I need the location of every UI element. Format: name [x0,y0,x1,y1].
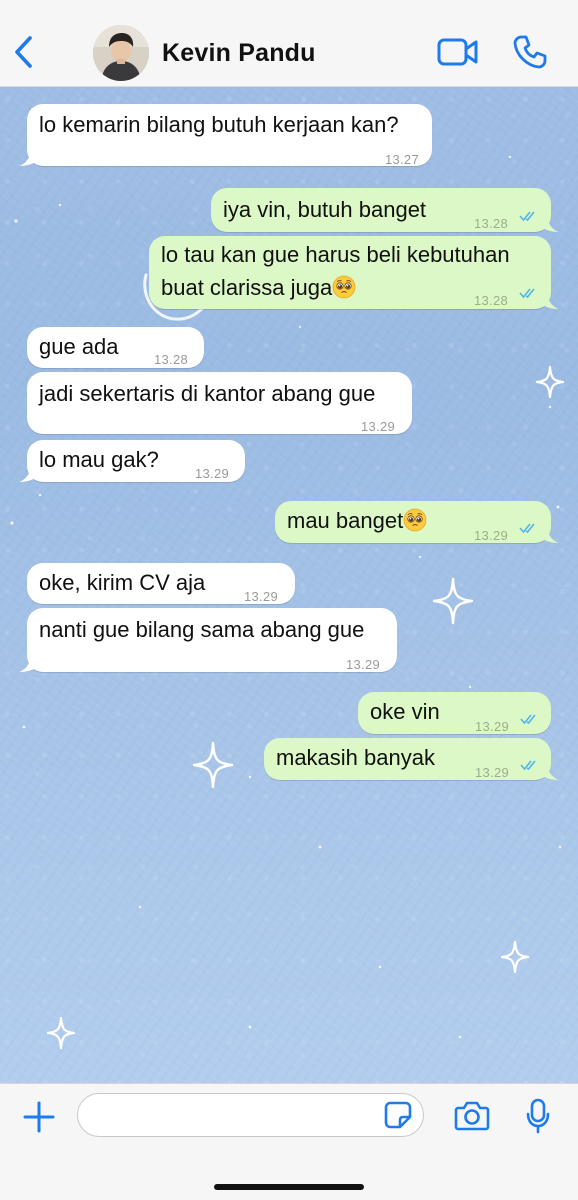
avatar[interactable] [93,25,149,81]
incoming-message[interactable]: jadi sekertaris di kantor abang gue 13.2… [27,372,412,434]
message-text: lo mau gak? [39,447,159,472]
sticker-icon [384,1101,412,1129]
contact-name[interactable]: Kevin Pandu [162,39,316,68]
message-text: iya vin, butuh banget [223,197,427,222]
incoming-message[interactable]: lo kemarin bilang butuh kerjaan kan? 13.… [19,104,432,167]
message-time: 13.29 [474,528,509,543]
pleading-face-emoji [332,275,356,299]
video-camera-icon [437,38,478,66]
double-check-icon [520,714,536,725]
message-text: oke, kirim CV aja [39,570,206,595]
double-check-icon [520,760,536,771]
message-text: gue ada [39,334,119,359]
voice-call-button[interactable] [512,34,548,70]
chat-header: Kevin Pandu [0,0,578,87]
home-indicator [214,1184,364,1190]
message-text-line-1: lo tau kan gue harus beli kebutuhan [161,242,510,267]
attach-button[interactable] [22,1100,56,1134]
chat-area[interactable]: lo kemarin bilang butuh kerjaan kan? 13.… [0,87,578,1083]
message-text: lo kemarin bilang butuh kerjaan kan? [39,112,399,137]
message-text: buat clarissa juga [161,275,333,300]
plus-icon [23,1101,55,1133]
incoming-message[interactable]: gue ada 13.28 [27,327,204,368]
message-input[interactable] [77,1093,424,1137]
double-check-icon [519,288,535,299]
incoming-message[interactable]: oke, kirim CV aja 13.29 [27,563,295,604]
outgoing-message[interactable]: mau banget 13.29 [275,501,559,543]
video-call-button[interactable] [437,35,479,69]
message-text: jadi sekertaris di kantor abang gue [39,381,376,406]
message-time: 13.29 [346,657,381,672]
message-text: makasih banyak [276,745,435,770]
bubble-tail [19,464,39,482]
message-text: oke vin [370,699,440,724]
camera-button[interactable] [454,1100,490,1132]
bubble-tail [19,148,39,166]
bubble-tail [539,291,559,309]
incoming-message[interactable]: nanti gue bilang sama abang gue 13.29 [19,608,397,672]
double-check-icon [519,523,535,534]
camera-icon [454,1101,490,1131]
bubble-tail [539,214,559,232]
outgoing-message[interactable]: iya vin, butuh banget 13.28 [211,188,559,232]
message-time: 13.29 [475,765,510,780]
outgoing-message[interactable]: makasih banyak 13.29 [264,738,559,780]
message-time: 13.29 [195,466,230,481]
chevron-left-icon [15,36,32,68]
message-time: 13.29 [361,419,396,434]
outgoing-message[interactable]: oke vin 13.29 [358,692,551,734]
message-text: nanti gue bilang sama abang gue [39,617,365,642]
message-text-line-2: buat clarissa juga [161,272,356,304]
pleading-face-emoji [403,508,427,532]
phone-icon [513,35,547,69]
double-check-icon [519,211,535,222]
back-button[interactable] [8,30,40,74]
message-time: 13.28 [474,293,509,308]
bubble-tail [539,525,559,543]
message-text: mau banget [287,508,404,533]
avatar-image [93,25,149,81]
microphone-button[interactable] [526,1098,550,1134]
bubble-tail [19,654,39,672]
message-text-line: mau banget [287,505,427,537]
sticker-button[interactable] [384,1100,412,1130]
incoming-message[interactable]: lo mau gak? 13.29 [19,440,245,482]
message-time: 13.27 [384,152,419,167]
outgoing-message[interactable]: lo tau kan gue harus beli kebutuhan buat… [149,236,559,309]
microphone-icon [526,1098,550,1134]
bubble-tail [539,762,559,780]
